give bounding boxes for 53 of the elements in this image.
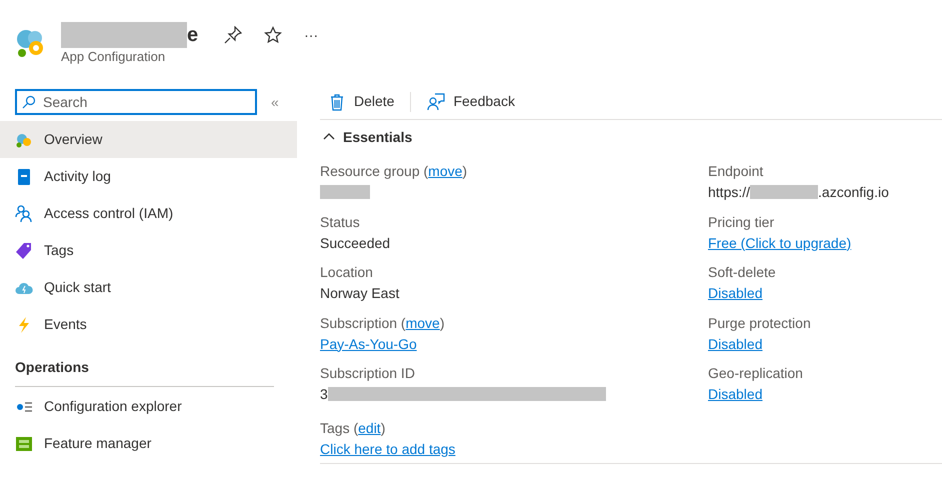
feedback-icon xyxy=(427,92,446,110)
search-field[interactable]: Search xyxy=(15,89,257,115)
field-value: https:// xyxy=(708,182,750,202)
field-label: Status xyxy=(320,212,361,232)
field-value: 3 xyxy=(320,384,328,404)
pin-icon[interactable] xyxy=(224,26,242,44)
field-link[interactable]: Disabled xyxy=(708,334,762,354)
field-label: Subscription ID xyxy=(320,364,416,383)
field-link[interactable]: Disabled xyxy=(708,283,762,304)
field-label: Geo-replication xyxy=(708,364,804,383)
trash-icon xyxy=(328,92,346,110)
action-link[interactable]: move xyxy=(428,163,462,179)
essentials-toggle[interactable]: Essentials xyxy=(320,120,416,154)
people-icon xyxy=(15,204,33,222)
collapse-button[interactable]: « xyxy=(271,92,279,112)
star-icon[interactable] xyxy=(264,26,282,44)
field-label: Subscription (move) xyxy=(320,314,446,333)
toolbar-button[interactable]: Delete xyxy=(320,86,402,118)
search-icon xyxy=(22,95,36,109)
field-label: Resource group (move) xyxy=(320,162,468,181)
tag-icon xyxy=(15,242,33,260)
book-icon xyxy=(15,168,33,186)
field-label: Pricing tier xyxy=(708,212,776,232)
sidebar-item[interactable]: Events xyxy=(0,306,297,343)
section-heading: Operations xyxy=(14,358,90,377)
field-label: Tags (edit) xyxy=(320,418,386,438)
sidebar-item[interactable]: Tags xyxy=(0,232,297,269)
action-link[interactable]: edit xyxy=(358,420,381,436)
redaction-block xyxy=(750,185,818,199)
redaction-block xyxy=(320,185,370,199)
resource-type: App Configuration xyxy=(61,48,166,66)
field-value: Norway East xyxy=(320,284,400,303)
add-tags-link[interactable]: Click here to add tags xyxy=(320,438,456,460)
field-link[interactable]: Pay-As-You-Go xyxy=(320,334,417,354)
sidebar-item[interactable]: Quick start xyxy=(0,269,297,306)
field-label: Soft-delete xyxy=(708,263,777,282)
more-button[interactable]: ··· xyxy=(304,24,318,46)
sidebar-item[interactable]: Activity log xyxy=(0,158,297,195)
action-link[interactable]: move xyxy=(406,314,440,330)
field-link[interactable]: Free (Click to upgrade) xyxy=(708,232,852,254)
field-value: .azconfig.io xyxy=(818,182,889,202)
sidebar-item[interactable]: Access control (IAM) xyxy=(0,195,297,232)
sidebar-item[interactable]: Configuration explorer xyxy=(0,388,297,425)
resource-title: e xyxy=(187,23,198,48)
field-label: Location xyxy=(320,263,374,282)
field-label: Purge protection xyxy=(708,314,812,333)
toggle-panel-icon xyxy=(15,434,33,452)
field-label: Endpoint xyxy=(708,162,764,181)
field-link[interactable]: Disabled xyxy=(708,384,762,405)
field-value: Succeeded xyxy=(320,234,392,252)
sidebar-item[interactable]: Feature manager xyxy=(0,425,297,462)
toolbar-button[interactable]: Feedback xyxy=(419,86,523,118)
sidebar-item[interactable]: Overview xyxy=(0,121,297,158)
